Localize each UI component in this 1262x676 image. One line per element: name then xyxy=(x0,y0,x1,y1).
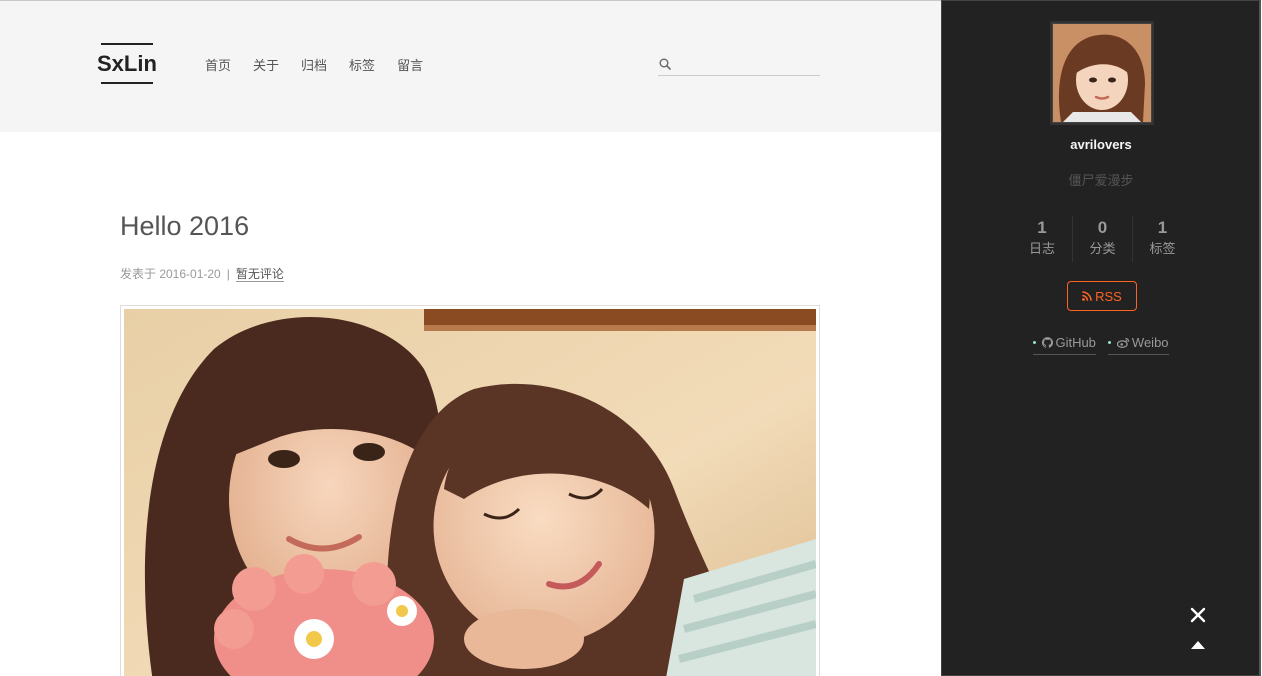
social-link-github[interactable]: GitHub xyxy=(1033,335,1096,355)
social-links: GitHub Weibo xyxy=(942,335,1260,355)
nav-item-about[interactable]: 关于 xyxy=(253,55,279,74)
back-to-top-icon[interactable] xyxy=(1190,639,1206,651)
stat-tags[interactable]: 1 标签 xyxy=(1132,216,1192,262)
stat-tags-label: 标签 xyxy=(1149,241,1176,256)
rss-label: RSS xyxy=(1095,288,1122,304)
search-icon[interactable] xyxy=(659,58,671,70)
stat-posts-label: 日志 xyxy=(1028,241,1055,256)
close-icon[interactable] xyxy=(1190,607,1206,623)
stat-posts[interactable]: 1 日志 xyxy=(1012,216,1072,262)
github-icon xyxy=(1042,337,1054,348)
social-link-github-label: GitHub xyxy=(1055,335,1096,350)
stat-categories-count: 0 xyxy=(1097,218,1108,237)
search-box xyxy=(658,55,820,76)
rss-icon xyxy=(1082,291,1092,301)
post-image xyxy=(124,309,816,676)
weibo-icon xyxy=(1116,337,1130,348)
search-input[interactable] xyxy=(676,55,818,74)
nav-item-guestbook[interactable]: 留言 xyxy=(397,55,423,74)
nav-item-archives[interactable]: 归档 xyxy=(301,55,327,74)
social-link-weibo-label: Weibo xyxy=(1131,335,1169,350)
site-logo-text[interactable]: SxLin xyxy=(97,51,157,77)
link-bullet xyxy=(1107,341,1111,344)
avatar xyxy=(1050,21,1154,125)
rss-button[interactable]: RSS xyxy=(1067,281,1137,311)
main-nav: 首页 关于 归档 标签 留言 xyxy=(205,55,445,74)
nav-item-tags[interactable]: 标签 xyxy=(349,55,375,74)
post-meta: 发表于 2016-01-20 | 暂无评论 xyxy=(120,265,284,282)
post-image-frame xyxy=(120,305,820,676)
avatar-image xyxy=(1053,24,1151,122)
social-link-weibo[interactable]: Weibo xyxy=(1107,335,1169,355)
meta-divider: | xyxy=(226,267,230,281)
site-stats: 1 日志 0 分类 1 标签 xyxy=(1012,216,1192,262)
post-title[interactable]: Hello 2016 xyxy=(120,211,249,242)
site-header: SxLin 首页 关于 归档 标签 留言 xyxy=(0,0,941,132)
sidebar: avrilovers 僵尸爱漫步 1 日志 0 分类 1 标签 RSS GitH… xyxy=(941,0,1261,676)
stat-categories-label: 分类 xyxy=(1089,241,1116,256)
post-date: 发表于 2016-01-20 xyxy=(120,267,221,281)
photo-two-girls xyxy=(124,309,816,676)
author-description: 僵尸爱漫步 xyxy=(1068,173,1134,188)
stat-tags-count: 1 xyxy=(1157,218,1168,237)
nav-item-home[interactable]: 首页 xyxy=(205,55,231,74)
comments-link[interactable]: 暂无评论 xyxy=(235,267,284,282)
stat-posts-count: 1 xyxy=(1037,218,1047,237)
link-bullet xyxy=(1033,341,1037,344)
stat-categories[interactable]: 0 分类 xyxy=(1072,216,1132,262)
site-logo[interactable]: SxLin xyxy=(97,43,157,84)
author-name: avrilovers xyxy=(1070,137,1132,152)
